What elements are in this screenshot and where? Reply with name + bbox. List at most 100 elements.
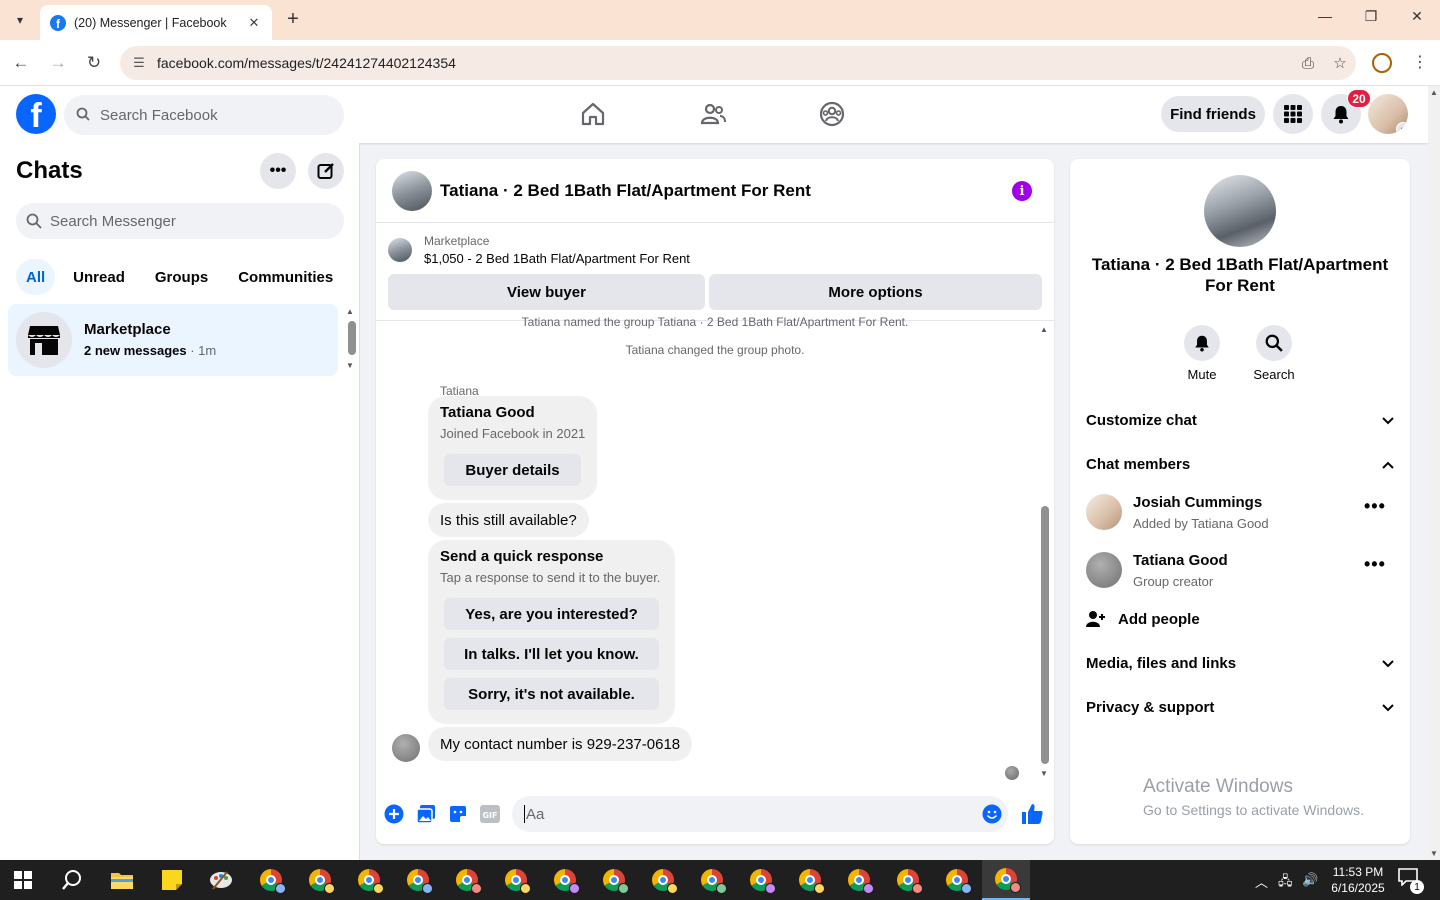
emoji-icon[interactable]	[982, 804, 1002, 824]
chat-list-item[interactable]: Marketplace 2 new messages · 1m	[8, 304, 338, 376]
address-bar[interactable]: ☰ facebook.com/messages/t/24241274402124…	[120, 46, 1356, 80]
find-friends-button[interactable]: Find friends	[1161, 96, 1265, 132]
chrome-profile-icon[interactable]	[943, 866, 972, 894]
filter-tab-communities[interactable]: Communities	[226, 259, 345, 295]
facebook-search-input[interactable]: Search Facebook	[64, 95, 344, 135]
quick-response-yes-button[interactable]: Yes, are you interested?	[444, 598, 659, 630]
chrome-profile-icon[interactable]	[747, 866, 776, 894]
chrome-profile-icon[interactable]	[453, 866, 482, 894]
new-message-icon[interactable]	[308, 153, 344, 189]
member-row[interactable]: Josiah Cummings Added by Tatiana Good ••…	[1086, 494, 1394, 544]
filter-tab-groups[interactable]: Groups	[143, 259, 220, 295]
scroll-up-icon[interactable]: ▲	[1040, 325, 1048, 334]
chat-list-scrollbar[interactable]	[348, 321, 356, 355]
buyer-details-button[interactable]: Buyer details	[444, 454, 581, 486]
chrome-profile-icon[interactable]	[257, 866, 286, 894]
close-window-icon[interactable]: ✕	[1402, 8, 1432, 25]
conversation-avatar[interactable]	[392, 171, 432, 211]
thumbs-up-icon[interactable]	[1020, 802, 1044, 826]
volume-icon[interactable]: 🔊	[1302, 872, 1318, 888]
chat-item-preview: 2 new messages · 1m	[84, 343, 217, 358]
taskbar-clock[interactable]: 11:53 PM 6/16/2025	[1318, 864, 1398, 896]
listing-title[interactable]: $1,050 - 2 Bed 1Bath Flat/Apartment For …	[424, 251, 690, 266]
chrome-profile-icon[interactable]	[845, 866, 874, 894]
minimize-icon[interactable]: —	[1310, 8, 1340, 24]
chrome-active-window-icon[interactable]	[982, 860, 1030, 900]
messenger-search-input[interactable]: Search Messenger	[16, 203, 344, 239]
member-more-icon[interactable]: •••	[1364, 496, 1386, 517]
member-more-icon[interactable]: •••	[1364, 554, 1386, 575]
info-icon[interactable]: i	[1012, 181, 1032, 201]
quick-response-unavailable-button[interactable]: Sorry, it's not available.	[444, 678, 659, 710]
privacy-support-section[interactable]: Privacy & support	[1086, 695, 1394, 719]
chat-options-icon[interactable]: •••	[260, 153, 296, 189]
chrome-profile-icon[interactable]	[404, 866, 433, 894]
scroll-down-icon[interactable]: ▼	[1040, 769, 1048, 778]
system-message: Tatiana named the group Tatiana · 2 Bed …	[521, 315, 909, 329]
search-conversation-button[interactable]: Search	[1244, 325, 1304, 382]
message-input[interactable]: Aa	[512, 796, 1008, 832]
reload-icon[interactable]: ↻	[83, 52, 105, 74]
chrome-profile-icon[interactable]	[600, 866, 629, 894]
scroll-down-icon[interactable]: ▼	[346, 361, 354, 370]
scroll-up-icon[interactable]: ▲	[1430, 88, 1438, 97]
home-icon[interactable]	[579, 100, 607, 128]
groups-icon[interactable]	[818, 100, 846, 128]
file-explorer-icon[interactable]	[108, 866, 136, 894]
install-app-icon[interactable]: ⎙	[1292, 55, 1324, 72]
browser-profile-icon[interactable]	[1372, 53, 1392, 73]
bookmark-star-icon[interactable]: ☆	[1324, 54, 1356, 72]
sender-avatar[interactable]	[392, 734, 420, 762]
media-files-section[interactable]: Media, files and links	[1086, 651, 1394, 675]
conversation-title[interactable]: Tatiana · 2 Bed 1Bath Flat/Apartment For…	[440, 181, 811, 201]
browser-menu-icon[interactable]: ⋮	[1412, 52, 1428, 72]
quick-response-talks-button[interactable]: In talks. I'll let you know.	[444, 638, 659, 670]
chrome-profile-icon[interactable]	[894, 866, 923, 894]
mute-button[interactable]: Mute	[1172, 325, 1232, 382]
account-avatar[interactable]: ▾	[1368, 94, 1408, 134]
chrome-profile-icon[interactable]	[796, 866, 825, 894]
chrome-profile-icon[interactable]	[502, 866, 531, 894]
chrome-profile-icon[interactable]	[649, 866, 678, 894]
gif-icon[interactable]: GIF	[480, 804, 500, 824]
taskbar-search-icon[interactable]	[58, 866, 86, 894]
filter-tab-all[interactable]: All	[16, 259, 56, 295]
chrome-profile-icon[interactable]	[355, 866, 384, 894]
member-row[interactable]: Tatiana Good Group creator •••	[1086, 552, 1394, 602]
back-icon[interactable]: ←	[10, 52, 32, 74]
plus-icon[interactable]	[384, 804, 404, 824]
page-scrollbar[interactable]: ▲ ▼	[1428, 86, 1440, 860]
filter-tab-unread[interactable]: Unread	[61, 259, 137, 295]
facebook-logo-icon[interactable]: f	[16, 94, 56, 134]
browser-tab-messenger[interactable]: f (20) Messenger | Facebook ✕	[40, 5, 272, 40]
paint-app-icon[interactable]	[207, 866, 235, 894]
scroll-up-icon[interactable]: ▲	[346, 307, 354, 316]
scroll-down-icon[interactable]: ▼	[1430, 849, 1438, 858]
windows-start-icon[interactable]	[14, 871, 32, 889]
sticker-icon[interactable]	[448, 804, 468, 824]
forward-icon[interactable]: →	[47, 52, 69, 74]
tab-search-icon[interactable]: ▾	[8, 8, 32, 32]
action-center-icon[interactable]: 1	[1398, 868, 1424, 894]
site-settings-icon[interactable]: ☰	[130, 55, 148, 71]
friends-icon[interactable]	[699, 100, 727, 128]
view-buyer-button[interactable]: View buyer	[388, 274, 705, 310]
chrome-profile-icon[interactable]	[551, 866, 580, 894]
show-hidden-icons-icon[interactable]: ︿	[1255, 872, 1268, 891]
tab-close-icon[interactable]: ✕	[246, 15, 262, 31]
chat-members-section[interactable]: Chat members	[1086, 452, 1394, 476]
new-tab-icon[interactable]: +	[282, 8, 304, 30]
group-photo[interactable]	[1204, 175, 1276, 247]
add-people-button[interactable]: Add people	[1086, 607, 1200, 631]
chats-title: Chats	[16, 157, 83, 184]
sticky-notes-icon[interactable]	[158, 866, 186, 894]
more-options-button[interactable]: More options	[709, 274, 1042, 310]
chrome-profile-icon[interactable]	[306, 866, 335, 894]
conversation-scrollbar[interactable]	[1041, 506, 1049, 764]
chrome-profile-icon[interactable]	[698, 866, 727, 894]
restore-icon[interactable]: ❐	[1356, 8, 1386, 25]
network-icon[interactable]: 🖧	[1278, 872, 1293, 894]
menu-grid-icon[interactable]	[1273, 94, 1313, 134]
customize-chat-section[interactable]: Customize chat	[1086, 408, 1394, 432]
photo-icon[interactable]	[416, 804, 436, 824]
